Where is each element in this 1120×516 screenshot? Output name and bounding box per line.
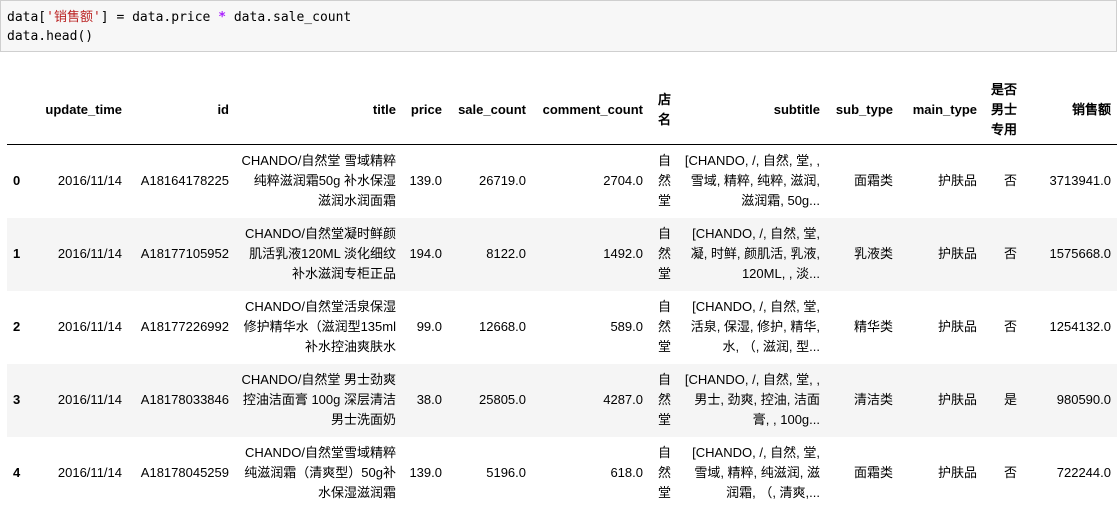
code-token: ] = data.price bbox=[100, 10, 219, 25]
cell-male: 否 bbox=[1003, 465, 1017, 480]
cell-comment-count: 589.0 bbox=[610, 319, 643, 334]
cell-update-time: 2016/11/14 bbox=[57, 392, 122, 407]
cell-id: A18164178225 bbox=[140, 173, 229, 189]
cell-main-type: 护肤品 bbox=[937, 246, 977, 261]
cell-comment-count: 1492.0 bbox=[603, 246, 643, 261]
column-header-price: price bbox=[402, 76, 448, 145]
code-input-cell[interactable]: data['销售额'] = data.price * data.sale_cou… bbox=[0, 0, 1117, 52]
column-header-subtitle: subtitle bbox=[677, 76, 826, 145]
cell-title: CHANDO/自然堂 雪域精粹纯粹滋润霜50g 补水保湿 滋润水润面霜 bbox=[241, 153, 396, 209]
cell-subtitle: [CHANDO, /, 自然, 堂, 凝, 时鲜, 颜肌活, 乳液, 120ML… bbox=[690, 226, 820, 281]
cell-comment-count: 618.0 bbox=[610, 465, 643, 480]
cell-title: CHANDO/自然堂雪域精粹纯滋润霜（清爽型）50g补水保湿滋润霜 bbox=[244, 445, 396, 500]
cell-sales: 1254132.0 bbox=[1049, 319, 1111, 334]
cell-subtitle: [CHANDO, /, 自然, 堂, 雪域, 精粹, 纯滋润, 滋润霜, （, … bbox=[692, 445, 820, 500]
cell-main-type: 护肤品 bbox=[937, 392, 977, 407]
column-header-comment-count: comment_count bbox=[532, 76, 649, 145]
cell-id: A18177226992 bbox=[140, 319, 229, 334]
code-line-1: data['销售额'] = data.price * data.sale_cou… bbox=[7, 8, 1116, 27]
column-header-sales: 销售额 bbox=[1023, 76, 1117, 145]
cell-price: 99.0 bbox=[416, 319, 442, 334]
cell-sub-type: 乳液类 bbox=[853, 246, 893, 261]
cell-sale-count: 8122.0 bbox=[486, 246, 526, 261]
table-row: 1 2016/11/14 A18177105952 CHANDO/自然堂凝时鲜颜肌活乳… bbox=[7, 217, 1117, 291]
cell-title: CHANDO/自然堂凝时鲜颜肌活乳液120ML 淡化细纹补水滋润专柜正品 bbox=[245, 226, 396, 281]
cell-male: 否 bbox=[1003, 319, 1017, 334]
row-index: 1 bbox=[13, 246, 21, 261]
code-token: data[ bbox=[7, 10, 47, 25]
cell-subtitle: [CHANDO, /, 自然, 堂, , 男士, 劲爽, 控油, 洁面膏, , … bbox=[684, 372, 820, 427]
row-index: 0 bbox=[13, 173, 21, 189]
cell-sale-count: 25805.0 bbox=[479, 392, 526, 407]
cell-male: 否 bbox=[1003, 246, 1017, 261]
cell-comment-count: 2704.0 bbox=[603, 173, 643, 189]
column-header-sale-count: sale_count bbox=[448, 76, 532, 145]
row-index: 3 bbox=[13, 392, 21, 407]
table-row: 4 2016/11/14 A18178045259 CHANDO/自然堂雪域精粹纯滋润… bbox=[7, 437, 1117, 510]
cell-update-time: 2016/11/14 bbox=[57, 465, 122, 480]
cell-id: A18177105952 bbox=[140, 246, 229, 261]
cell-update-time: 2016/11/14 bbox=[57, 319, 122, 334]
row-index: 2 bbox=[13, 319, 21, 334]
cell-sale-count: 26719.0 bbox=[479, 173, 526, 189]
cell-sales: 1575668.0 bbox=[1049, 246, 1111, 261]
cell-male: 是 bbox=[1003, 392, 1017, 407]
cell-shop: 自然堂 bbox=[657, 153, 671, 209]
table-row: 0 2016/11/14 A18164178225 CHANDO/自然堂 雪域精粹纯粹… bbox=[7, 145, 1117, 218]
cell-male: 否 bbox=[1003, 173, 1017, 189]
cell-main-type: 护肤品 bbox=[937, 319, 977, 334]
table-body: 0 2016/11/14 A18164178225 CHANDO/自然堂 雪域精粹纯粹… bbox=[7, 145, 1117, 510]
cell-update-time: 2016/11/14 bbox=[57, 246, 122, 261]
table-row: 2 2016/11/14 A18177226992 CHANDO/自然堂活泉保湿修护精… bbox=[7, 291, 1117, 364]
cell-main-type: 护肤品 bbox=[937, 173, 977, 189]
cell-title: CHANDO/自然堂活泉保湿修护精华水（滋润型135ml 补水控油爽肤水 bbox=[243, 299, 396, 354]
column-header-id: id bbox=[128, 76, 235, 145]
cell-shop: 自然堂 bbox=[657, 226, 671, 281]
cell-sales: 722244.0 bbox=[1056, 465, 1111, 480]
cell-shop: 自然堂 bbox=[657, 445, 671, 500]
cell-comment-count: 4287.0 bbox=[603, 392, 643, 407]
code-operator-token: * bbox=[218, 10, 227, 25]
cell-sale-count: 5196.0 bbox=[486, 465, 526, 480]
column-header-sub-type: sub_type bbox=[826, 76, 899, 145]
cell-sub-type: 面霜类 bbox=[853, 465, 893, 480]
cell-sub-type: 精华类 bbox=[853, 319, 893, 334]
column-header-update-time: update_time bbox=[29, 76, 128, 145]
column-header-title: title bbox=[235, 76, 402, 145]
code-token: data.sale_count bbox=[226, 10, 352, 25]
code-line-2: data.head() bbox=[7, 29, 94, 44]
index-header bbox=[7, 76, 29, 145]
cell-sale-count: 12668.0 bbox=[479, 319, 526, 334]
cell-update-time: 2016/11/14 bbox=[57, 173, 122, 189]
dataframe-table: update_time id title price sale_count comment… bbox=[7, 76, 1117, 510]
cell-price: 194.0 bbox=[409, 246, 442, 261]
cell-subtitle: [CHANDO, /, 自然, 堂, , 雪域, 精粹, 纯粹, 滋润, 滋润霜… bbox=[684, 153, 820, 209]
table-header-row: update_time id title price sale_count comment… bbox=[7, 76, 1117, 145]
cell-sub-type: 面霜类 bbox=[853, 173, 893, 189]
cell-sub-type: 清洁类 bbox=[853, 392, 893, 407]
cell-id: A18178033846 bbox=[140, 392, 229, 407]
cell-price: 139.0 bbox=[409, 173, 442, 189]
column-header-shop: 店名 bbox=[649, 76, 677, 145]
cell-subtitle: [CHANDO, /, 自然, 堂, 活泉, 保湿, 修护, 精华, 水, （,… bbox=[690, 299, 820, 354]
cell-sales: 980590.0 bbox=[1056, 392, 1111, 407]
cell-price: 139.0 bbox=[409, 465, 442, 480]
row-index: 4 bbox=[13, 465, 21, 480]
output-area: update_time id title price sale_count comment… bbox=[0, 76, 1120, 510]
cell-price: 38.0 bbox=[416, 392, 442, 407]
cell-id: A18178045259 bbox=[140, 465, 229, 480]
cell-sales: 3713941.0 bbox=[1049, 173, 1111, 189]
cell-shop: 自然堂 bbox=[657, 299, 671, 354]
cell-main-type: 护肤品 bbox=[937, 465, 977, 480]
code-string-token: '销售额' bbox=[46, 10, 101, 25]
table-row: 3 2016/11/14 A18178033846 CHANDO/自然堂 男士劲爽控油… bbox=[7, 363, 1117, 437]
cell-title: CHANDO/自然堂 男士劲爽控油洁面膏 100g 深层清洁 男士洗面奶 bbox=[241, 372, 396, 427]
column-header-male: 是否男士专用 bbox=[983, 76, 1023, 145]
column-header-main-type: main_type bbox=[899, 76, 983, 145]
cell-shop: 自然堂 bbox=[657, 372, 671, 427]
